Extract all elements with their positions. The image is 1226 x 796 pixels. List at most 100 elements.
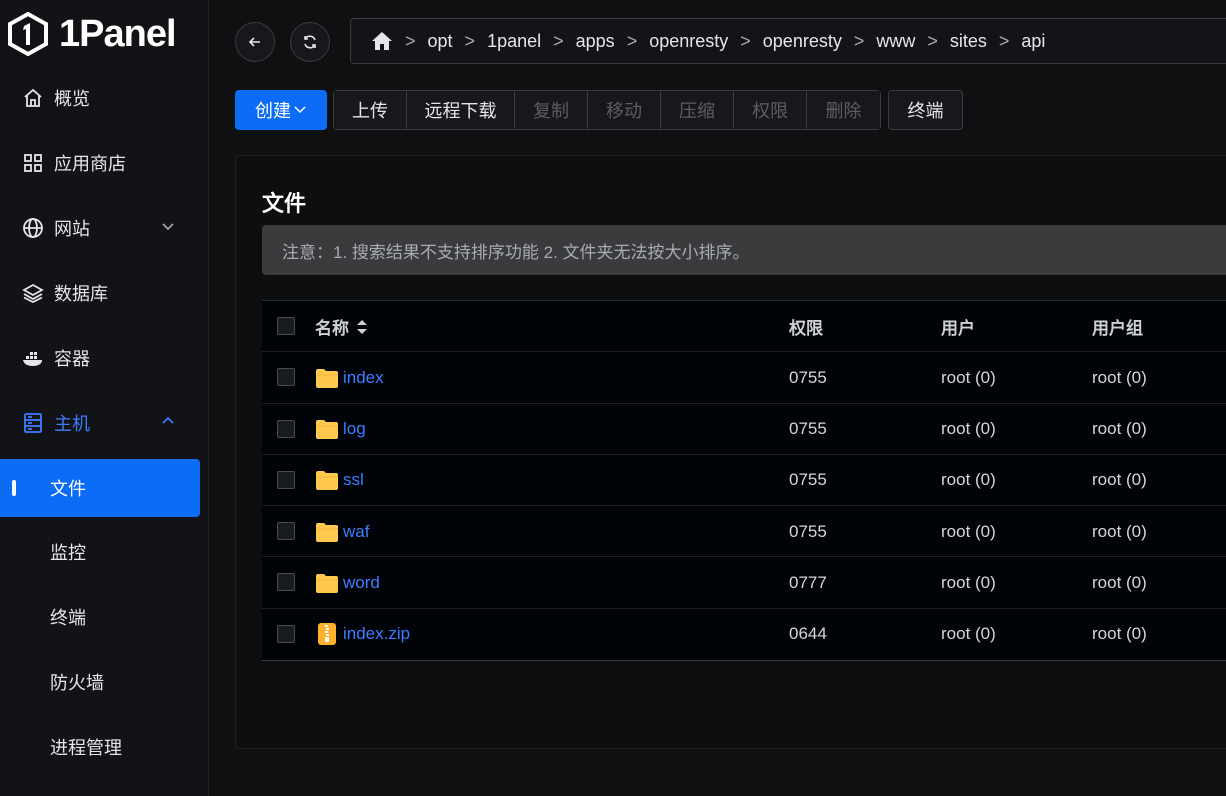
breadcrumb-segment[interactable]: sites xyxy=(950,31,987,52)
permission-cell[interactable]: 0644 xyxy=(789,609,827,660)
file-name-link[interactable]: index.zip xyxy=(343,624,410,644)
sidebar-item-label: 数据库 xyxy=(54,284,108,304)
table-row[interactable]: word 0777 root (0) root (0) xyxy=(262,557,1226,609)
file-table: 名称 权限 用户 用户组 index 0755 root (0) root (0… xyxy=(262,300,1226,662)
folder-icon xyxy=(316,471,338,491)
sort-icon[interactable] xyxy=(355,319,369,335)
sidebar-subitem-monitor[interactable]: 监控 xyxy=(0,523,200,581)
user-cell[interactable]: root (0) xyxy=(941,557,996,608)
breadcrumb-separator: > xyxy=(626,30,638,51)
sidebar-item-containers[interactable]: 容器 xyxy=(0,329,209,387)
sidebar-item-overview[interactable]: 概览 xyxy=(0,69,209,127)
folder-icon xyxy=(316,368,338,388)
row-checkbox[interactable] xyxy=(277,573,295,592)
folder-icon xyxy=(316,573,338,593)
sidebar-subitem-label: 监控 xyxy=(50,543,86,563)
refresh-button[interactable] xyxy=(290,22,330,62)
sidebar-subitem-files[interactable]: 文件 xyxy=(0,459,200,517)
docker-icon xyxy=(22,347,44,369)
breadcrumb-segment[interactable]: www xyxy=(876,31,915,52)
user-cell[interactable]: root (0) xyxy=(941,506,996,557)
breadcrumb-separator: > xyxy=(853,30,865,51)
create-button[interactable]: 创建 xyxy=(235,90,327,130)
breadcrumb-segment[interactable]: opt xyxy=(428,31,453,52)
file-name-link[interactable]: log xyxy=(343,419,366,439)
sidebar-item-label: 主机 xyxy=(54,414,90,434)
brand-logo[interactable]: 1Panel xyxy=(0,0,209,68)
column-header-user: 用户 xyxy=(941,319,975,338)
breadcrumb-separator: > xyxy=(405,30,416,51)
permission-cell[interactable]: 0755 xyxy=(789,506,827,557)
terminal-button[interactable]: 终端 xyxy=(888,90,963,130)
file-name-link[interactable]: word xyxy=(343,573,380,593)
file-name-link[interactable]: ssl xyxy=(343,470,364,490)
column-header-group: 用户组 xyxy=(1092,319,1143,338)
file-name-link[interactable]: waf xyxy=(343,522,369,542)
sidebar-subitem-label: 文件 xyxy=(50,479,86,499)
sidebar-subitem-process[interactable]: 进程管理 xyxy=(0,718,200,776)
row-checkbox[interactable] xyxy=(277,624,295,643)
chevron-down-icon xyxy=(294,106,306,114)
user-cell[interactable]: root (0) xyxy=(941,455,996,506)
group-cell[interactable]: root (0) xyxy=(1092,404,1147,455)
table-row[interactable]: index 0755 root (0) root (0) xyxy=(262,352,1226,404)
row-checkbox[interactable] xyxy=(277,470,295,489)
file-name-link[interactable]: index xyxy=(343,368,384,388)
breadcrumb-segment[interactable]: api xyxy=(1021,31,1045,52)
sidebar-item-app-store[interactable]: 应用商店 xyxy=(0,134,209,192)
group-cell[interactable]: root (0) xyxy=(1092,455,1147,506)
permission-cell[interactable]: 0777 xyxy=(789,557,827,608)
back-button[interactable] xyxy=(235,22,275,62)
sidebar-item-label: 网站 xyxy=(54,219,90,239)
move-button[interactable]: 移动 xyxy=(588,91,661,129)
table-row[interactable]: waf 0755 root (0) root (0) xyxy=(262,506,1226,558)
sidebar-subitem-terminal[interactable]: 终端 xyxy=(0,588,200,646)
table-row[interactable]: ssl 0755 root (0) root (0) xyxy=(262,454,1226,507)
breadcrumb-segment[interactable]: openresty xyxy=(649,31,728,52)
row-checkbox[interactable] xyxy=(277,522,295,541)
user-cell[interactable]: root (0) xyxy=(941,404,996,455)
permission-cell[interactable]: 0755 xyxy=(789,455,827,506)
breadcrumb-segment[interactable]: apps xyxy=(576,31,615,52)
home-icon xyxy=(22,87,44,109)
user-cell[interactable]: root (0) xyxy=(941,352,996,403)
copy-button[interactable]: 复制 xyxy=(515,91,588,129)
permission-button[interactable]: 权限 xyxy=(734,91,807,129)
file-list-card: 文件 注意：1. 搜索结果不支持排序功能 2. 文件夹无法按大小排序。 名称 权… xyxy=(235,155,1226,749)
group-cell[interactable]: root (0) xyxy=(1092,352,1147,403)
permission-cell[interactable]: 0755 xyxy=(789,352,827,403)
column-header-permission: 权限 xyxy=(789,319,823,338)
table-row[interactable]: log 0755 root (0) root (0) xyxy=(262,403,1226,455)
select-all-checkbox[interactable] xyxy=(277,317,295,335)
table-row[interactable]: index.zip 0644 root (0) root (0) xyxy=(262,608,1226,661)
remote-download-button[interactable]: 远程下载 xyxy=(407,91,515,129)
sidebar-item-database[interactable]: 数据库 xyxy=(0,264,209,322)
home-icon[interactable] xyxy=(371,31,393,51)
group-cell[interactable]: root (0) xyxy=(1092,609,1147,660)
file-toolbar: 创建 上传 远程下载 复制 移动 压缩 权限 删除 终端 xyxy=(235,90,963,130)
row-checkbox[interactable] xyxy=(277,368,295,387)
sidebar-subitem-firewall[interactable]: 防火墙 xyxy=(0,653,200,711)
compress-button[interactable]: 压缩 xyxy=(661,91,734,129)
breadcrumb-separator: > xyxy=(998,30,1010,51)
permission-cell[interactable]: 0755 xyxy=(789,404,827,455)
arrow-left-icon xyxy=(248,37,260,47)
row-checkbox[interactable] xyxy=(277,419,295,438)
sidebar-item-host[interactable]: 主机 xyxy=(0,394,209,452)
table-header-row: 名称 权限 用户 用户组 xyxy=(262,301,1226,353)
user-cell[interactable]: root (0) xyxy=(941,609,996,660)
upload-button[interactable]: 上传 xyxy=(334,91,407,129)
brand-name: 1Panel xyxy=(59,12,177,55)
sidebar-item-label: 概览 xyxy=(54,89,90,109)
layers-icon xyxy=(22,282,44,304)
column-header-name[interactable]: 名称 xyxy=(315,301,369,352)
sidebar-item-websites[interactable]: 网站 xyxy=(0,199,209,257)
group-cell[interactable]: root (0) xyxy=(1092,557,1147,608)
group-cell[interactable]: root (0) xyxy=(1092,506,1147,557)
breadcrumb-segment[interactable]: openresty xyxy=(763,31,842,52)
sidebar-subitem-label: 终端 xyxy=(50,608,86,628)
breadcrumb-segment[interactable]: 1panel xyxy=(487,31,541,52)
sidebar-item-label: 容器 xyxy=(54,349,90,369)
globe-icon xyxy=(22,217,44,239)
delete-button[interactable]: 删除 xyxy=(807,91,880,129)
